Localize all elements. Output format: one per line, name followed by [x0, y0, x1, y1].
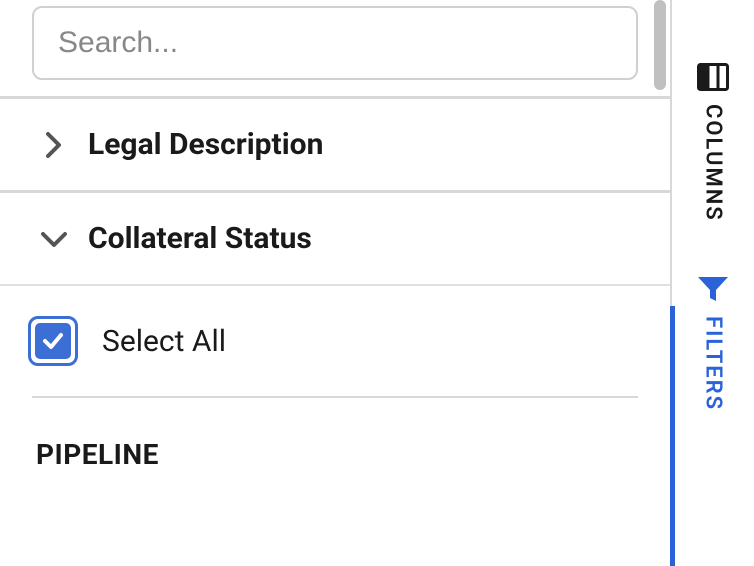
rail-label: COLUMNS — [701, 104, 726, 222]
check-icon — [40, 328, 66, 354]
checkbox-checked[interactable] — [28, 316, 78, 366]
tab-columns[interactable]: COLUMNS — [696, 60, 730, 222]
rail-label: FILTERS — [701, 316, 726, 411]
section-legal-description[interactable]: Legal Description — [0, 99, 670, 190]
filter-panel: Legal Description Collateral Status Sele… — [0, 0, 670, 566]
select-all-label: Select All — [102, 324, 226, 359]
scrollbar[interactable] — [654, 0, 666, 566]
tab-filters[interactable]: FILTERS — [696, 272, 730, 411]
columns-icon — [696, 60, 730, 94]
section-title: Collateral Status — [88, 221, 312, 256]
scrollbar-thumb[interactable] — [654, 0, 666, 90]
active-tab-indicator — [670, 306, 675, 566]
search-container — [0, 0, 670, 96]
chevron-right-icon — [40, 131, 68, 159]
chevron-down-icon — [40, 225, 68, 253]
section-collateral-status[interactable]: Collateral Status — [0, 193, 670, 284]
group-pipeline-label: PIPELINE — [0, 398, 670, 491]
side-rail: COLUMNS FILTERS — [670, 0, 754, 566]
section-title: Legal Description — [88, 127, 323, 162]
select-all-row[interactable]: Select All — [0, 286, 670, 396]
search-input[interactable] — [32, 6, 638, 80]
filter-icon — [696, 272, 730, 306]
